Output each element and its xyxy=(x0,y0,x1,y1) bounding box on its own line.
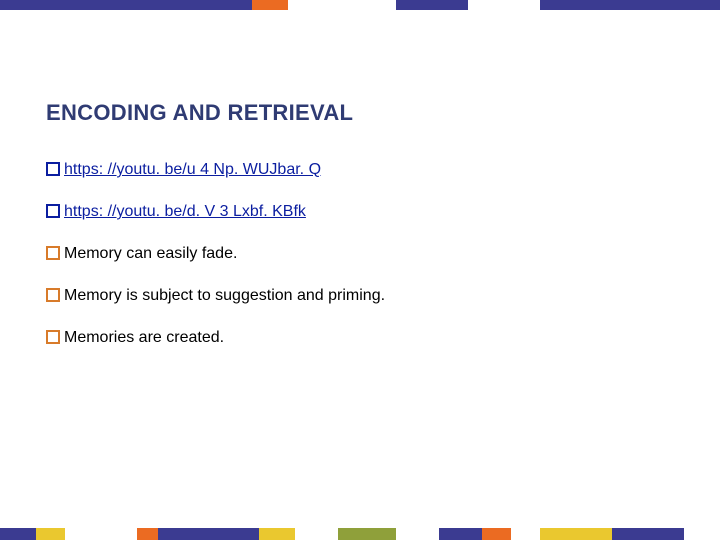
square-bullet-icon xyxy=(46,246,60,260)
square-bullet-icon xyxy=(46,288,60,302)
bottom-bar-segment xyxy=(684,528,720,540)
square-bullet-icon xyxy=(46,162,60,176)
bullet-item: https: //youtu. be/d. V 3 Lxbf. KBfk xyxy=(46,202,674,222)
top-bar-segment xyxy=(288,0,396,10)
bullet-item: Memory can easily fade. xyxy=(46,244,674,264)
bottom-bar-segment xyxy=(439,528,482,540)
top-bar-segment xyxy=(396,0,468,10)
bullet-item: Memories are created. xyxy=(46,328,674,348)
bullet-item: https: //youtu. be/u 4 Np. WUJbar. Q xyxy=(46,160,674,180)
bottom-bar-segment xyxy=(259,528,295,540)
decorative-top-bar xyxy=(0,0,720,10)
bottom-bar-segment xyxy=(511,528,540,540)
bullet-link[interactable]: https: //youtu. be/u 4 Np. WUJbar. Q xyxy=(64,160,321,180)
decorative-bottom-bar xyxy=(0,528,720,540)
slide: ENCODING AND RETRIEVAL https: //youtu. b… xyxy=(0,0,720,540)
square-bullet-icon xyxy=(46,330,60,344)
bottom-bar-segment xyxy=(295,528,338,540)
bottom-bar-segment xyxy=(540,528,612,540)
slide-title: ENCODING AND RETRIEVAL xyxy=(46,100,353,126)
top-bar-segment xyxy=(468,0,540,10)
bullet-link[interactable]: https: //youtu. be/d. V 3 Lxbf. KBfk xyxy=(64,202,306,222)
bullet-text: Memory is subject to suggestion and prim… xyxy=(64,286,385,306)
bottom-bar-segment xyxy=(158,528,259,540)
bottom-bar-segment xyxy=(396,528,439,540)
bottom-bar-segment xyxy=(0,528,36,540)
top-bar-segment xyxy=(0,0,252,10)
bottom-bar-segment xyxy=(137,528,159,540)
top-bar-segment xyxy=(540,0,720,10)
bullet-list: https: //youtu. be/u 4 Np. WUJbar. Q http… xyxy=(46,160,674,370)
top-bar-segment xyxy=(252,0,288,10)
bottom-bar-segment xyxy=(612,528,684,540)
bottom-bar-segment xyxy=(65,528,137,540)
bottom-bar-segment xyxy=(338,528,396,540)
bullet-text: Memory can easily fade. xyxy=(64,244,237,264)
square-bullet-icon xyxy=(46,204,60,218)
bottom-bar-segment xyxy=(482,528,511,540)
bullet-item: Memory is subject to suggestion and prim… xyxy=(46,286,674,306)
bullet-text: Memories are created. xyxy=(64,328,224,348)
bottom-bar-segment xyxy=(36,528,65,540)
